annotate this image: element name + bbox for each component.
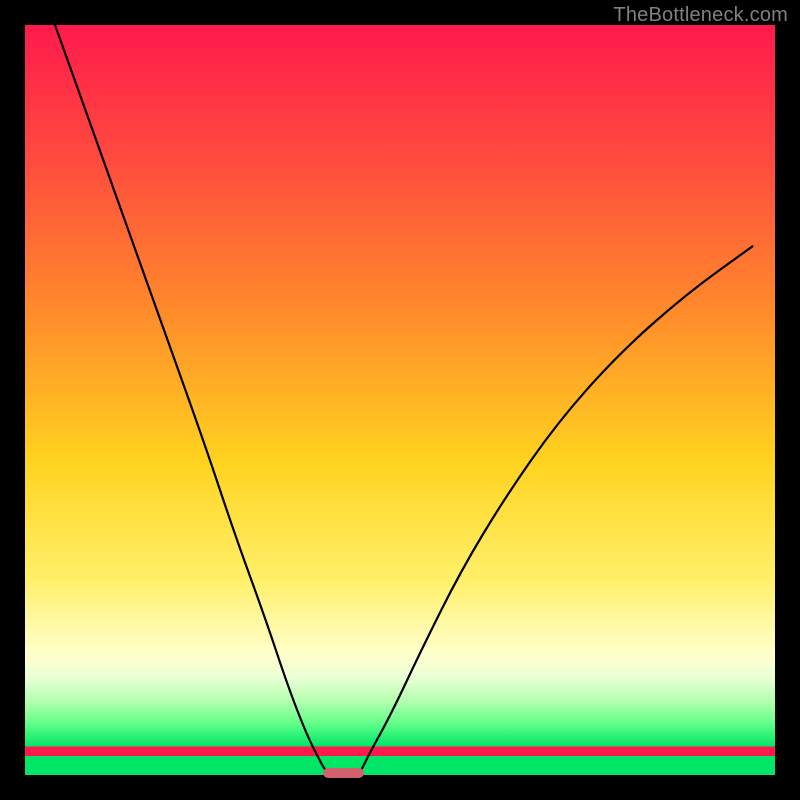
optimum-marker [323, 768, 364, 778]
bottleneck-curve [25, 25, 775, 775]
curve-right-branch [359, 246, 753, 775]
chart-canvas: TheBottleneck.com [0, 0, 800, 800]
curve-left-branch [55, 25, 329, 775]
watermark-text: TheBottleneck.com [613, 4, 788, 27]
